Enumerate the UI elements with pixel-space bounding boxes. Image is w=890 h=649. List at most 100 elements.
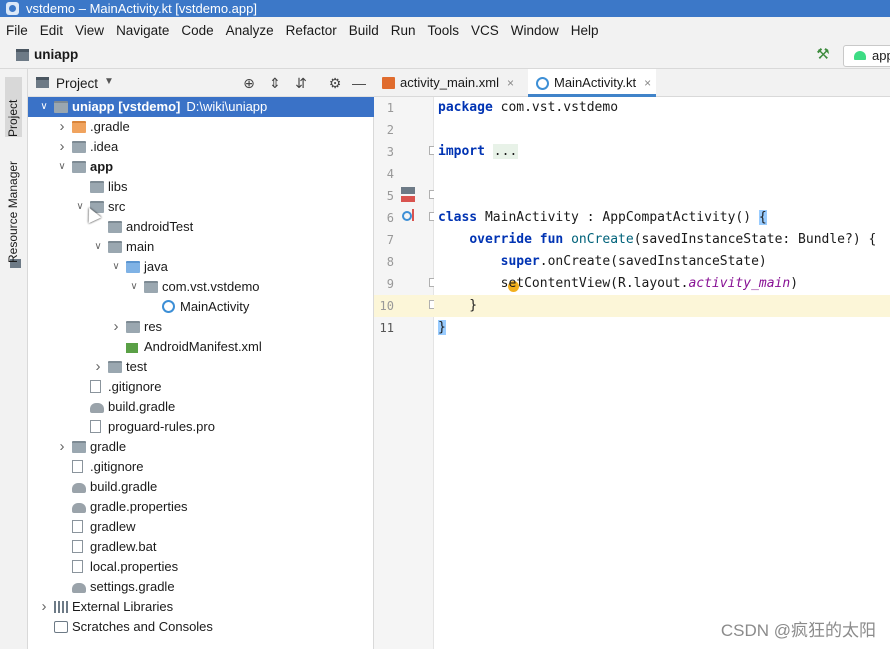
code-line[interactable]: setContentView(R.layout.activity_main): [438, 273, 798, 295]
tree-item[interactable]: ∨ java: [28, 257, 374, 277]
code-token: MainActivity : AppCompatActivity(): [477, 210, 759, 225]
expand-all-icon[interactable]: ⇕: [266, 74, 284, 92]
tree-item[interactable]: build.gradle: [28, 397, 374, 417]
line-number: 4: [386, 167, 394, 181]
code-line[interactable]: }: [438, 317, 446, 339]
line-number: 1: [386, 101, 394, 115]
project-tool-tab[interactable]: Project: [5, 77, 22, 137]
line-number: 10: [379, 299, 394, 313]
tree-item-label: app: [90, 159, 114, 174]
tree-item[interactable]: gradlew: [28, 517, 374, 537]
tree-item[interactable]: local.properties: [28, 557, 374, 577]
code-line[interactable]: }: [438, 295, 477, 317]
tree-item[interactable]: Scratches and Consoles: [28, 617, 374, 637]
tree-item-label: .gitignore: [108, 379, 162, 394]
tree-item[interactable]: gradlew.bat: [28, 537, 374, 557]
tree-item-path: D:\wiki\uniapp: [186, 99, 268, 114]
tree-item[interactable]: › res: [28, 317, 374, 337]
tree-item[interactable]: .gitignore: [28, 457, 374, 477]
file-icon: [90, 420, 101, 433]
menu-item-build[interactable]: Build: [349, 23, 379, 38]
code-line[interactable]: import ...: [438, 141, 519, 163]
menu-item-window[interactable]: Window: [511, 23, 559, 38]
tree-item-label: AndroidManifest.xml: [144, 339, 262, 354]
tree-item-label: External Libraries: [72, 599, 174, 614]
code-token: com.vst.vstdemo: [492, 100, 619, 115]
override-method-icon[interactable]: [402, 211, 412, 221]
chevron-down-icon[interactable]: ∨: [128, 277, 140, 297]
file-icon: [90, 380, 101, 393]
chevron-down-icon[interactable]: ∨: [38, 97, 50, 117]
menu-item-file[interactable]: File: [6, 23, 28, 38]
chevron-right-icon[interactable]: ›: [38, 597, 50, 617]
code-editor[interactable]: package com.vst.vstdemo import ... class M…: [434, 97, 890, 649]
tree-item[interactable]: ∨ main: [28, 237, 374, 257]
menu-item-view[interactable]: View: [75, 23, 104, 38]
menu-item-edit[interactable]: Edit: [40, 23, 63, 38]
chevron-right-icon[interactable]: ›: [92, 357, 104, 377]
code-line[interactable]: override fun onCreate(savedInstanceState…: [438, 229, 876, 251]
chevron-right-icon[interactable]: ›: [56, 117, 68, 137]
tab-activity-main-xml[interactable]: activity_main.xml ×: [374, 69, 520, 97]
hammer-icon[interactable]: ⚒: [814, 46, 832, 64]
keyword-token: package: [438, 100, 493, 115]
resource-manager-tab[interactable]: Resource Manager: [5, 153, 22, 263]
tree-item-label: java: [144, 259, 168, 274]
chevron-down-icon[interactable]: ▼: [104, 76, 114, 87]
collapse-all-icon[interactable]: ⇵: [292, 74, 310, 92]
minimize-icon[interactable]: —: [350, 74, 368, 92]
chevron-down-icon[interactable]: ∨: [92, 237, 104, 257]
chevron-down-icon[interactable]: ∨: [56, 157, 68, 177]
tree-item[interactable]: › test: [28, 357, 374, 377]
code-token: activity_main: [688, 276, 791, 291]
tree-item[interactable]: ∨ com.vst.vstdemo: [28, 277, 374, 297]
file-icon: [72, 520, 83, 533]
window-title: vstdemo – MainActivity.kt [vstdemo.app]: [26, 1, 257, 16]
locate-target-icon[interactable]: ⊕: [240, 74, 258, 92]
layout-link-icon[interactable]: [401, 196, 415, 202]
chevron-right-icon[interactable]: ›: [56, 437, 68, 457]
tree-item[interactable]: settings.gradle: [28, 577, 374, 597]
menu-item-vcs[interactable]: VCS: [471, 23, 499, 38]
tree-item-label: androidTest: [126, 219, 194, 234]
menu-item-help[interactable]: Help: [571, 23, 599, 38]
tree-item[interactable]: AndroidManifest.xml: [28, 337, 374, 357]
menu-item-tools[interactable]: Tools: [428, 23, 460, 38]
project-view-title[interactable]: Project: [56, 76, 98, 91]
menu-item-refactor[interactable]: Refactor: [286, 23, 337, 38]
tree-item[interactable]: .gitignore: [28, 377, 374, 397]
tree-item[interactable]: › gradle: [28, 437, 374, 457]
menu-item-code[interactable]: Code: [181, 23, 213, 38]
close-icon[interactable]: ×: [507, 76, 514, 90]
tree-item[interactable]: MainActivity: [28, 297, 374, 317]
chevron-down-icon[interactable]: ∨: [110, 257, 122, 277]
tree-item[interactable]: proguard-rules.pro: [28, 417, 374, 437]
code-line[interactable]: class MainActivity : AppCompatActivity()…: [438, 207, 767, 229]
chevron-right-icon[interactable]: ›: [56, 137, 68, 157]
breadcrumb[interactable]: uniapp: [34, 47, 78, 62]
line-number: 7: [386, 233, 394, 247]
menu-item-run[interactable]: Run: [391, 23, 416, 38]
tree-item[interactable]: ∨ uniapp [vstdemo] D:\wiki\uniapp: [28, 97, 374, 117]
tree-item[interactable]: androidTest: [28, 217, 374, 237]
tree-item[interactable]: › .gradle: [28, 117, 374, 137]
folded-imports[interactable]: ...: [492, 144, 519, 159]
code-line[interactable]: package com.vst.vstdemo: [438, 97, 618, 119]
menu-item-navigate[interactable]: Navigate: [116, 23, 169, 38]
gear-icon[interactable]: ⚙: [326, 74, 344, 92]
close-icon[interactable]: ×: [644, 76, 651, 90]
tree-item[interactable]: gradle.properties: [28, 497, 374, 517]
menu-item-analyze[interactable]: Analyze: [226, 23, 274, 38]
tree-item[interactable]: ∨ app: [28, 157, 374, 177]
tree-item[interactable]: › .idea: [28, 137, 374, 157]
tree-item[interactable]: ∨ src: [28, 197, 374, 217]
run-configuration-select[interactable]: app: [843, 45, 890, 67]
chevron-right-icon[interactable]: ›: [110, 317, 122, 337]
tree-item[interactable]: build.gradle: [28, 477, 374, 497]
tab-mainactivity-kt[interactable]: MainActivity.kt ×: [528, 69, 656, 97]
code-line[interactable]: super.onCreate(savedInstanceState): [438, 251, 767, 273]
tree-item[interactable]: › External Libraries: [28, 597, 374, 617]
tree-item[interactable]: libs: [28, 177, 374, 197]
tree-item-label: gradlew.bat: [90, 539, 157, 554]
